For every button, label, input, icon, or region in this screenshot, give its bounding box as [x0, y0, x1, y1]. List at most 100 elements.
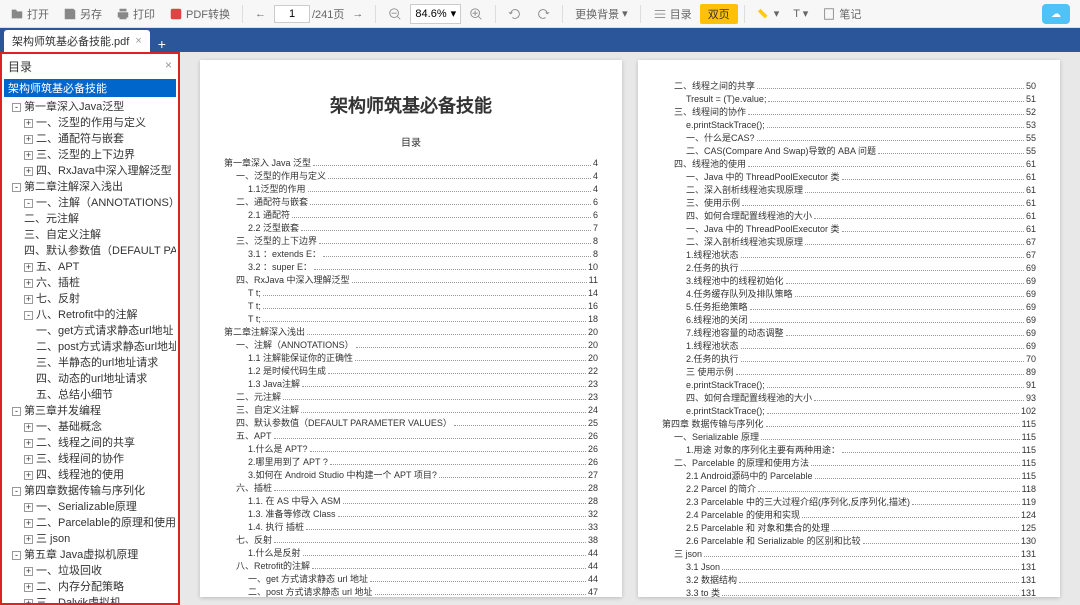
sidebar-item[interactable]: +一、泛型的作用与定义 — [4, 115, 176, 131]
sidebar-item[interactable]: -第一章深入Java泛型 — [4, 99, 176, 115]
sidebar-title: 目录 × — [4, 56, 176, 77]
toc-entry: 1.什么是反射44 — [224, 547, 598, 560]
sidebar-item[interactable]: 一、get方式请求静态url地址 — [4, 323, 176, 339]
sidebar-item[interactable]: -八、Retrofit中的注解 — [4, 307, 176, 323]
sidebar-item[interactable]: +六、插桩 — [4, 275, 176, 291]
toc-entry: 5.任务拒绝策略69 — [662, 301, 1036, 314]
toc-entry: 二、元注解23 — [224, 391, 598, 404]
sidebar-item[interactable]: 四、动态的url地址请求 — [4, 371, 176, 387]
toc-entry: 2.任务的执行70 — [662, 353, 1036, 366]
highlight-button[interactable]: ▾ — [751, 5, 786, 23]
sidebar-item[interactable]: +二、Parcelable的原理和使用方法 — [4, 515, 176, 531]
sidebar-item[interactable]: -第四章数据传输与序列化 — [4, 483, 176, 499]
expand-icon[interactable]: + — [24, 135, 33, 144]
sidebar-item[interactable]: +五、APT — [4, 259, 176, 275]
change-bg-button[interactable]: 更换背景 ▾ — [569, 4, 634, 24]
expand-icon[interactable]: + — [24, 423, 33, 432]
doc-title: 架构师筑基必备技能 — [224, 92, 598, 118]
outline-button[interactable]: 目录 — [647, 4, 698, 24]
sidebar-item[interactable]: +一、基础概念 — [4, 419, 176, 435]
sidebar-item[interactable]: +四、RxJava中深入理解泛型 — [4, 163, 176, 179]
sidebar-item[interactable]: 二、post方式请求静态url地址 — [4, 339, 176, 355]
expand-icon[interactable]: + — [24, 567, 33, 576]
page-number-input[interactable] — [274, 5, 310, 23]
toc-entry: 二、深入剖析线程池实现原理67 — [662, 236, 1036, 249]
sidebar-item[interactable]: 二、元注解 — [4, 211, 176, 227]
collapse-icon[interactable]: - — [12, 407, 21, 416]
sidebar-item[interactable]: 四、默认参数值（DEFAULT PARAMET — [4, 243, 176, 259]
sidebar-item[interactable]: +二、内存分配策略 — [4, 579, 176, 595]
zoom-out-button[interactable] — [382, 5, 408, 23]
collapse-icon[interactable]: - — [24, 311, 33, 320]
sidebar-item[interactable]: -第三章并发编程 — [4, 403, 176, 419]
expand-icon[interactable]: + — [24, 279, 33, 288]
expand-icon[interactable]: + — [24, 295, 33, 304]
collapse-icon[interactable]: - — [24, 199, 33, 208]
expand-icon[interactable]: + — [24, 439, 33, 448]
cloud-sync-icon[interactable]: ☁ — [1042, 4, 1070, 24]
sidebar-root-item[interactable]: 架构师筑基必备技能 — [4, 79, 176, 97]
collapse-icon[interactable]: - — [12, 487, 21, 496]
sidebar-item[interactable]: +三、Dalvik虚拟机 — [4, 595, 176, 605]
sidebar-item[interactable]: 五、总结小细节 — [4, 387, 176, 403]
toc-entry: 五、APT26 — [224, 430, 598, 443]
next-page-button[interactable]: → — [346, 6, 369, 22]
expand-icon[interactable]: + — [24, 599, 33, 605]
sidebar-item[interactable]: +三 json — [4, 531, 176, 547]
sidebar-item[interactable]: +一、垃圾回收 — [4, 563, 176, 579]
sidebar-item[interactable]: +一、Serializable原理 — [4, 499, 176, 515]
expand-icon[interactable]: + — [24, 471, 33, 480]
sidebar-item[interactable]: 三、自定义注解 — [4, 227, 176, 243]
file-tab[interactable]: 架构师筑基必备技能.pdf × — [4, 30, 150, 52]
expand-icon[interactable]: + — [24, 151, 33, 160]
sidebar-item[interactable]: +三、线程间的协作 — [4, 451, 176, 467]
expand-icon[interactable]: + — [24, 119, 33, 128]
close-tab-icon[interactable]: × — [135, 35, 141, 47]
text-button[interactable]: T ▾ — [787, 5, 814, 22]
open-button[interactable]: 打开 — [4, 4, 55, 24]
zoom-in-button[interactable] — [463, 5, 489, 23]
sidebar-item[interactable]: +二、通配符与嵌套 — [4, 131, 176, 147]
toc-entry: 4.任务缓存队列及排队策略69 — [662, 288, 1036, 301]
rotate-right-button[interactable] — [530, 5, 556, 23]
expand-icon[interactable]: + — [24, 503, 33, 512]
file-tabbar: 架构师筑基必备技能.pdf × + — [0, 28, 1080, 52]
sidebar-item[interactable]: 三、半静态的url地址请求 — [4, 355, 176, 371]
prev-page-button[interactable]: ← — [249, 6, 272, 22]
notes-button[interactable]: 笔记 — [816, 4, 867, 24]
toc-entry: 3.1 Json131 — [662, 561, 1036, 574]
zoom-select[interactable]: 84.6% ▾ — [410, 4, 461, 24]
sidebar-item[interactable]: +三、泛型的上下边界 — [4, 147, 176, 163]
zoom-out-icon — [388, 7, 402, 21]
sidebar-item[interactable]: -第五章 Java虚拟机原理 — [4, 547, 176, 563]
toc-entry: 一、什么是CAS?55 — [662, 132, 1036, 145]
collapse-icon[interactable]: - — [12, 103, 21, 112]
list-icon — [653, 7, 667, 21]
expand-icon[interactable]: + — [24, 167, 33, 176]
pdf-icon — [169, 7, 183, 21]
pdf-convert-button[interactable]: PDF转换 — [163, 4, 236, 24]
toc-entry: 二、深入剖析线程池实现原理61 — [662, 184, 1036, 197]
toc-entry: 二、Parcelable 的原理和使用方法115 — [662, 457, 1036, 470]
toc-entry: 第一章深入 Java 泛型4 — [224, 157, 598, 170]
expand-icon[interactable]: + — [24, 583, 33, 592]
close-sidebar-icon[interactable]: × — [165, 58, 172, 75]
collapse-icon[interactable]: - — [12, 551, 21, 560]
expand-icon[interactable]: + — [24, 535, 33, 544]
sidebar-item[interactable]: +七、反射 — [4, 291, 176, 307]
toc-entry: 1.用途 对象的序列化主要有两种用途：115 — [662, 444, 1036, 457]
toc-entry: 1.1 注解能保证你的正确性20 — [224, 352, 598, 365]
expand-icon[interactable]: + — [24, 263, 33, 272]
rotate-left-button[interactable] — [502, 5, 528, 23]
new-tab-button[interactable]: + — [150, 36, 174, 52]
sidebar-item[interactable]: +二、线程之间的共享 — [4, 435, 176, 451]
dual-page-button[interactable]: 双页 — [700, 4, 738, 24]
sidebar-item[interactable]: -一、注解（ANNOTATIONS） — [4, 195, 176, 211]
collapse-icon[interactable]: - — [12, 183, 21, 192]
expand-icon[interactable]: + — [24, 455, 33, 464]
print-button[interactable]: 打印 — [110, 4, 161, 24]
save-as-button[interactable]: 另存 — [57, 4, 108, 24]
expand-icon[interactable]: + — [24, 519, 33, 528]
sidebar-item[interactable]: +四、线程池的使用 — [4, 467, 176, 483]
sidebar-item[interactable]: -第二章注解深入浅出 — [4, 179, 176, 195]
